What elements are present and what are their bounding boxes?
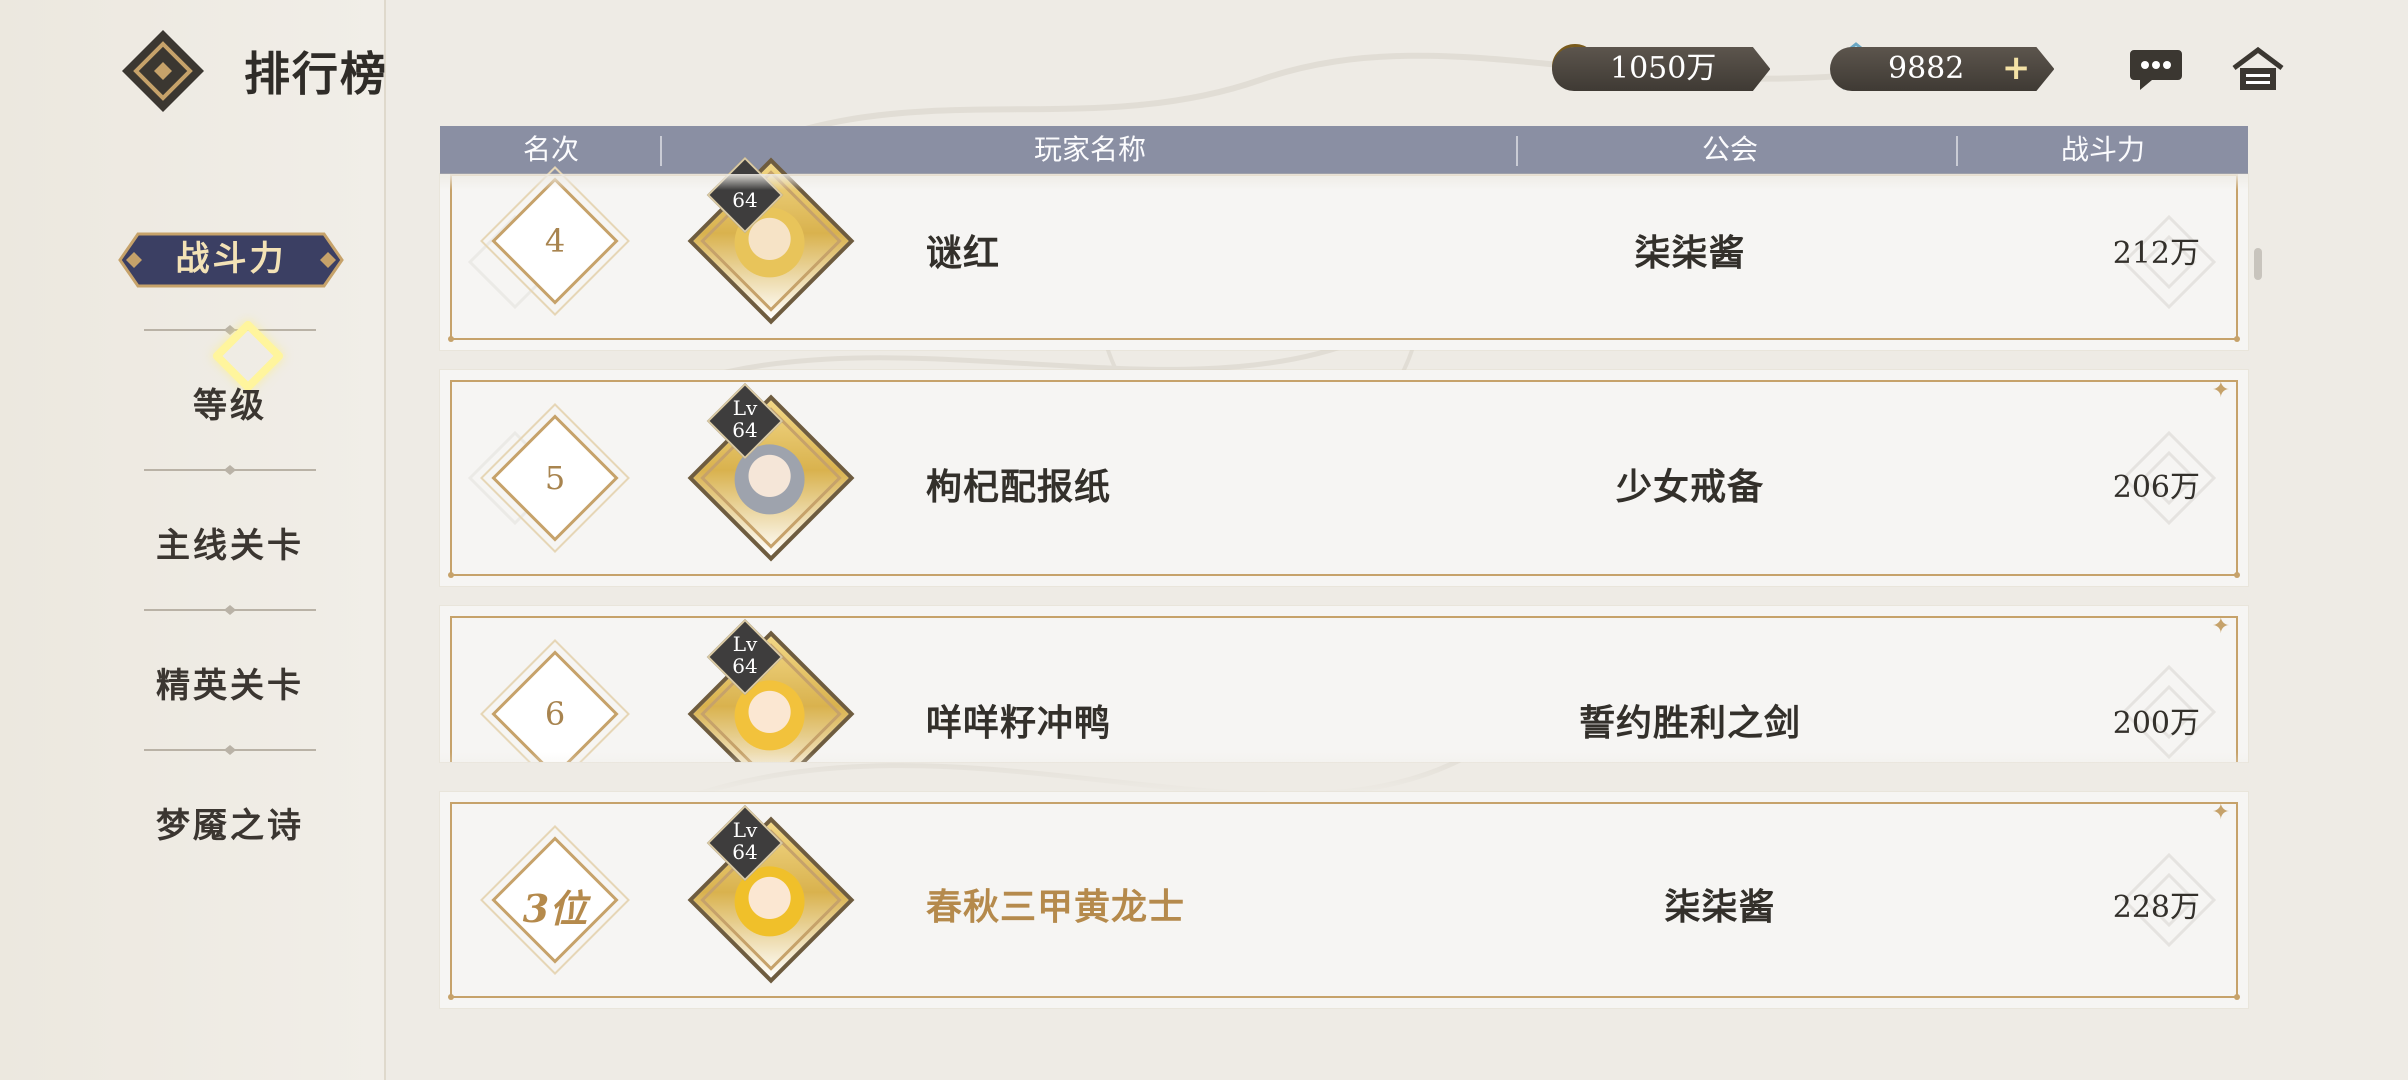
combat-power: 200万 [2112, 706, 2200, 741]
menu-divider [144, 465, 316, 475]
table-header: 名次 玩家名称 公会 战斗力 [440, 126, 2248, 174]
self-player-name: 春秋三甲黄龙士 [926, 886, 1186, 928]
guild-name: 誓约胜利之剑 [1578, 702, 1801, 744]
sparkle-icon: ✦ [2211, 614, 2230, 639]
level-prefix: Lv [732, 632, 758, 656]
menu-divider [144, 605, 316, 615]
page-title: 排行榜 [244, 47, 388, 101]
menu-item-label: 战斗力 [175, 239, 287, 279]
list-fade-bottom [440, 752, 2248, 792]
menu-item-combat-power[interactable]: 战斗力 [118, 230, 344, 290]
guild-name: 少女戒备 [1615, 466, 1764, 508]
column-header-rank: 名次 [522, 133, 579, 166]
menu-item-level[interactable]: 等级 [110, 378, 350, 427]
column-header-power: 战斗力 [2060, 133, 2145, 166]
gold-amount: 1050万 [1552, 47, 1771, 91]
column-header-guild: 公会 [1701, 133, 1758, 166]
rank-number: 6 [544, 695, 566, 733]
chat-icon[interactable] [2128, 46, 2184, 94]
level-value: 64 [732, 418, 758, 442]
add-gem-button[interactable]: + [2002, 50, 2031, 86]
table-row[interactable]: ✦ 6 Lv 64 咩咩籽冲鸭 誓约胜利之剑 200万 [440, 606, 2248, 762]
guild-name: 柒柒酱 [1634, 232, 1746, 274]
table-row[interactable]: ✦ 5 Lv 64 枸杞配报纸 少女戒备 206万 [440, 370, 2248, 586]
player-name: 咩咩籽冲鸭 [926, 702, 1112, 744]
self-rank: 3位 [522, 886, 588, 931]
level-value: 64 [732, 654, 758, 678]
home-icon[interactable] [2230, 46, 2286, 94]
menu-item-elite-stage[interactable]: 精英关卡 [110, 658, 350, 707]
rank-number: 5 [544, 459, 566, 497]
sparkle-icon: ✦ [2211, 378, 2230, 403]
menu-divider [144, 745, 316, 755]
menu-item-nightmare-poem[interactable]: 梦魇之诗 [110, 798, 350, 847]
gem-currency[interactable]: 9882 + [1830, 42, 2055, 92]
rank-number: 4 [544, 222, 566, 260]
level-prefix: Lv [732, 396, 758, 420]
list-fade-top [440, 174, 2248, 190]
column-header-player-name: 玩家名称 [1033, 133, 1146, 166]
combat-power: 228万 [2112, 890, 2200, 925]
player-name: 枸杞配报纸 [926, 466, 1112, 508]
combat-power: 212万 [2112, 236, 2200, 271]
table-row[interactable]: 4 64 谜红 柒柒酱 212万 [440, 156, 2248, 350]
gold-currency: 1050万 [1552, 44, 1771, 92]
player-name: 谜红 [926, 232, 1001, 274]
sparkle-icon: ✦ [2211, 800, 2230, 825]
level-prefix: Lv [732, 818, 758, 842]
level-value: 64 [732, 840, 758, 864]
self-rank-row[interactable]: ✦ 3位 Lv 64 春秋三甲黄龙士 柒柒酱 228万 [440, 792, 2248, 1008]
menu-divider [144, 325, 316, 335]
logo-icon [122, 30, 204, 112]
scrollbar-thumb[interactable] [2254, 248, 2262, 280]
level-value: 64 [732, 188, 758, 212]
menu-item-main-stage[interactable]: 主线关卡 [110, 518, 350, 567]
combat-power: 206万 [2112, 470, 2200, 505]
guild-name: 柒柒酱 [1664, 886, 1776, 928]
